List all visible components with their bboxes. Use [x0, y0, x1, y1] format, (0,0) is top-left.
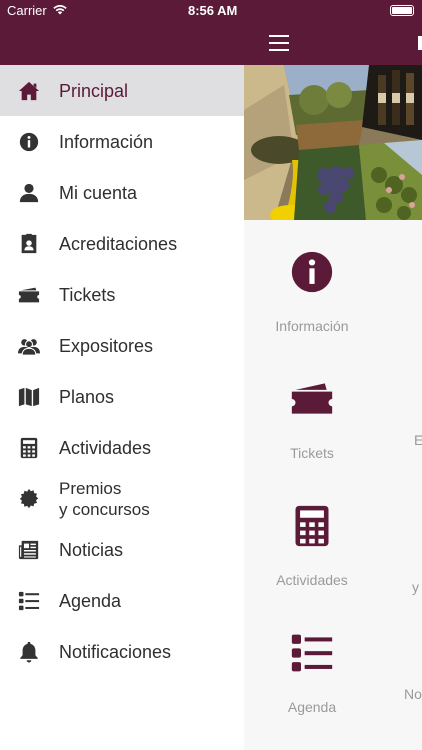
hero-banner-image — [244, 65, 422, 220]
drawer-item-label: Premios y concursos — [59, 478, 150, 519]
calculator-icon — [18, 437, 40, 459]
drawer-item-premios[interactable]: Premios y concursos — [0, 473, 244, 524]
drawer-item-label: Principal — [59, 80, 129, 101]
tile-agenda[interactable]: Agenda — [244, 631, 380, 715]
info-icon — [18, 131, 40, 153]
tile-actividades[interactable]: Actividades — [244, 504, 380, 588]
tile-label-clipped: y — [412, 579, 419, 595]
drawer-item-principal[interactable]: Principal — [0, 65, 244, 116]
drawer-item-mi-cuenta[interactable]: Mi cuenta — [0, 167, 244, 218]
drawer-item-label: Tickets — [59, 284, 116, 305]
tile-label: Agenda — [287, 699, 337, 715]
drawer-item-tickets[interactable]: Tickets — [0, 269, 244, 320]
tile-tickets[interactable]: Tickets — [244, 377, 380, 461]
award-icon — [18, 488, 40, 510]
ticket-icon — [18, 284, 40, 306]
drawer-item-label: Expositores — [59, 335, 154, 356]
newspaper-icon — [18, 539, 40, 561]
drawer-item-informacion[interactable]: Información — [0, 116, 244, 167]
battery-icon — [390, 5, 414, 16]
tile-label-clipped: No — [404, 686, 422, 702]
drawer-item-label: Notificaciones — [59, 641, 172, 662]
header-action-icon[interactable] — [418, 36, 422, 50]
tile-label-clipped: E — [414, 432, 422, 448]
drawer-item-label: Mi cuenta — [59, 182, 138, 203]
menu-icon[interactable] — [269, 35, 289, 51]
drawer-item-label: Planos — [59, 386, 115, 407]
drawer-item-label: Información — [59, 131, 154, 152]
drawer-menu: Principal Información Mi cuenta Acredita… — [0, 65, 244, 677]
tile-label: Tickets — [290, 445, 334, 461]
wifi-icon — [53, 5, 67, 15]
drawer-item-acreditaciones[interactable]: Acreditaciones — [0, 218, 244, 269]
group-icon — [18, 335, 40, 357]
drawer-item-label: Actividades — [59, 437, 152, 458]
status-bar: Carrier 8:56 AM — [0, 0, 422, 22]
home-icon — [18, 80, 40, 102]
list-icon — [18, 590, 40, 612]
map-icon — [18, 386, 40, 408]
tile-label: Información — [275, 318, 349, 334]
main-panel: Información Tickets Actividades Agenda E… — [244, 0, 422, 750]
navigation-drawer: Principal Información Mi cuenta Acredita… — [0, 0, 244, 750]
info-icon — [290, 250, 334, 294]
drawer-item-label: Noticias — [59, 539, 124, 560]
list-icon — [290, 631, 334, 675]
badge-icon — [18, 233, 40, 255]
drawer-item-agenda[interactable]: Agenda — [0, 575, 244, 626]
calculator-icon — [290, 504, 334, 548]
drawer-item-actividades[interactable]: Actividades — [0, 422, 244, 473]
ticket-icon — [290, 377, 334, 421]
drawer-item-label: Acreditaciones — [59, 233, 178, 254]
clock: 8:56 AM — [188, 3, 238, 18]
drawer-item-notificaciones[interactable]: Notificaciones — [0, 626, 244, 677]
drawer-item-label: Agenda — [59, 590, 122, 611]
tile-label: Actividades — [276, 572, 348, 588]
drawer-item-planos[interactable]: Planos — [0, 371, 244, 422]
drawer-item-expositores[interactable]: Expositores — [0, 320, 244, 371]
drawer-item-noticias[interactable]: Noticias — [0, 524, 244, 575]
bell-icon — [18, 641, 40, 663]
carrier-label: Carrier — [7, 3, 47, 18]
tile-informacion[interactable]: Información — [244, 250, 380, 334]
user-icon — [18, 182, 40, 204]
